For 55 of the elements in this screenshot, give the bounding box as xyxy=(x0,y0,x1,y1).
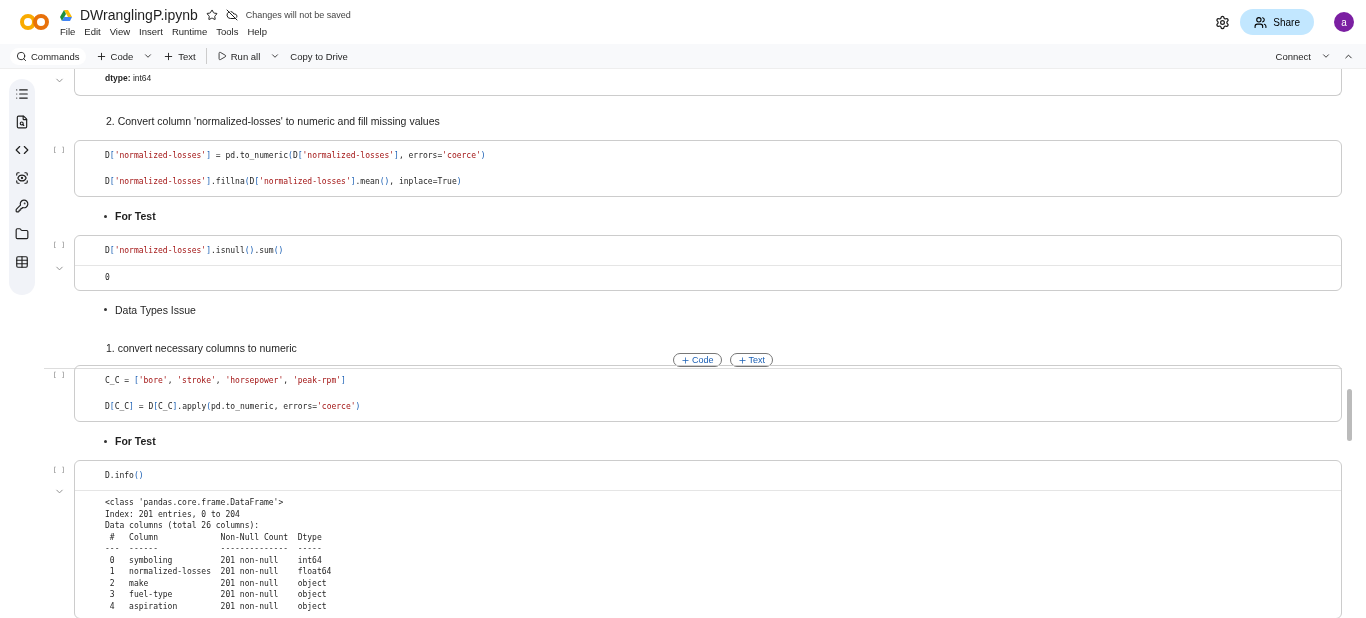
code-editor[interactable]: D.info() xyxy=(75,461,1341,490)
output-area: dtype: int64 xyxy=(74,69,1342,96)
run-all-button[interactable]: Run all xyxy=(210,47,267,65)
plus-icon xyxy=(95,50,107,62)
menu-item[interactable]: Runtime xyxy=(171,26,208,37)
bullet-icon xyxy=(104,214,107,218)
code-editor[interactable]: C_C = ['bore', 'stroke', 'horsepower', 'peak-rpm'] D[C_C] = D[C_C].apply(pd.to_numeric, errors='coerce') xyxy=(75,366,1341,421)
commands-button[interactable]: Commands xyxy=(10,47,86,65)
menu-item[interactable]: File xyxy=(60,26,76,37)
cell-output: <class 'pandas.core.frame.DataFrame'> Index: 201 entries, 0 to 204 Data columns (total 26 columns): # Column Non-Null Count Dtype --- ------ -------------- ----- 0 symboling 201 non-null int64 1 normalized-losses 201 non-null float64 2 make 201 non-null object 3 fuel-type 201 non-null object 4 aspiration 201 non-null object xyxy=(75,490,1341,618)
bullet-icon xyxy=(104,308,107,311)
connect-button[interactable]: Connect xyxy=(1269,47,1317,65)
scrollbar[interactable] xyxy=(1347,389,1352,441)
table-icon[interactable] xyxy=(15,255,29,269)
code-icon[interactable] xyxy=(15,143,29,157)
menu-item[interactable]: Help xyxy=(247,26,267,37)
markdown-text: For Test xyxy=(115,210,156,222)
folder-icon[interactable] xyxy=(15,227,29,241)
star-icon[interactable] xyxy=(205,9,218,21)
bullet-icon xyxy=(104,439,107,443)
notebook-title[interactable]: DWranglingP.ipynb xyxy=(80,7,198,23)
caret-icon[interactable] xyxy=(1321,51,1331,61)
settings-icon[interactable] xyxy=(1215,14,1231,30)
plus-icon xyxy=(737,355,747,365)
plus-icon xyxy=(163,50,175,62)
search-document-icon[interactable] xyxy=(15,115,29,129)
key-icon[interactable] xyxy=(15,199,29,213)
plus-icon xyxy=(681,355,690,365)
save-status: Changes will not be saved xyxy=(245,10,351,20)
markdown-text: 1. convert necessary columns to numeric xyxy=(106,341,297,354)
code-editor[interactable]: D['normalized-losses'] = pd.to_numeric(D['normalized-losses'], errors='coerce') D['normalized-losses'].fillna(D['normalized-losses'].mean(), inplace=True) xyxy=(75,141,1341,196)
logo-icon[interactable] xyxy=(20,12,50,32)
add-code-button[interactable]: Code xyxy=(89,47,140,65)
eye-icon[interactable] xyxy=(15,171,29,185)
markdown-text: Data Types Issue xyxy=(115,303,196,316)
markdown-text: 2. Convert column 'normalized-losses' to numeric and fill missing values xyxy=(106,115,440,127)
people-icon xyxy=(1254,15,1268,29)
menu-item[interactable]: View xyxy=(109,26,131,37)
play-icon xyxy=(216,51,227,61)
menu-item[interactable]: Insert xyxy=(139,26,163,37)
share-button[interactable]: Share xyxy=(1240,9,1314,35)
drive-icon xyxy=(60,9,72,21)
copy-to-drive-button[interactable]: Copy to Drive xyxy=(284,47,354,65)
menu-item[interactable]: Edit xyxy=(84,26,101,37)
caret-icon[interactable] xyxy=(143,51,154,61)
add-text-button[interactable]: Text xyxy=(157,47,202,65)
avatar[interactable]: a xyxy=(1334,12,1354,32)
cloud-off-icon xyxy=(225,9,238,21)
cell-output: 0 xyxy=(75,265,1341,290)
list-icon[interactable] xyxy=(15,87,29,101)
caret-icon[interactable] xyxy=(270,51,281,61)
search-icon xyxy=(16,50,27,62)
menu-item[interactable]: Tools xyxy=(216,26,239,37)
markdown-text: For Test xyxy=(115,435,156,447)
code-editor[interactable]: D['normalized-losses'].isnull().sum() xyxy=(75,236,1341,265)
